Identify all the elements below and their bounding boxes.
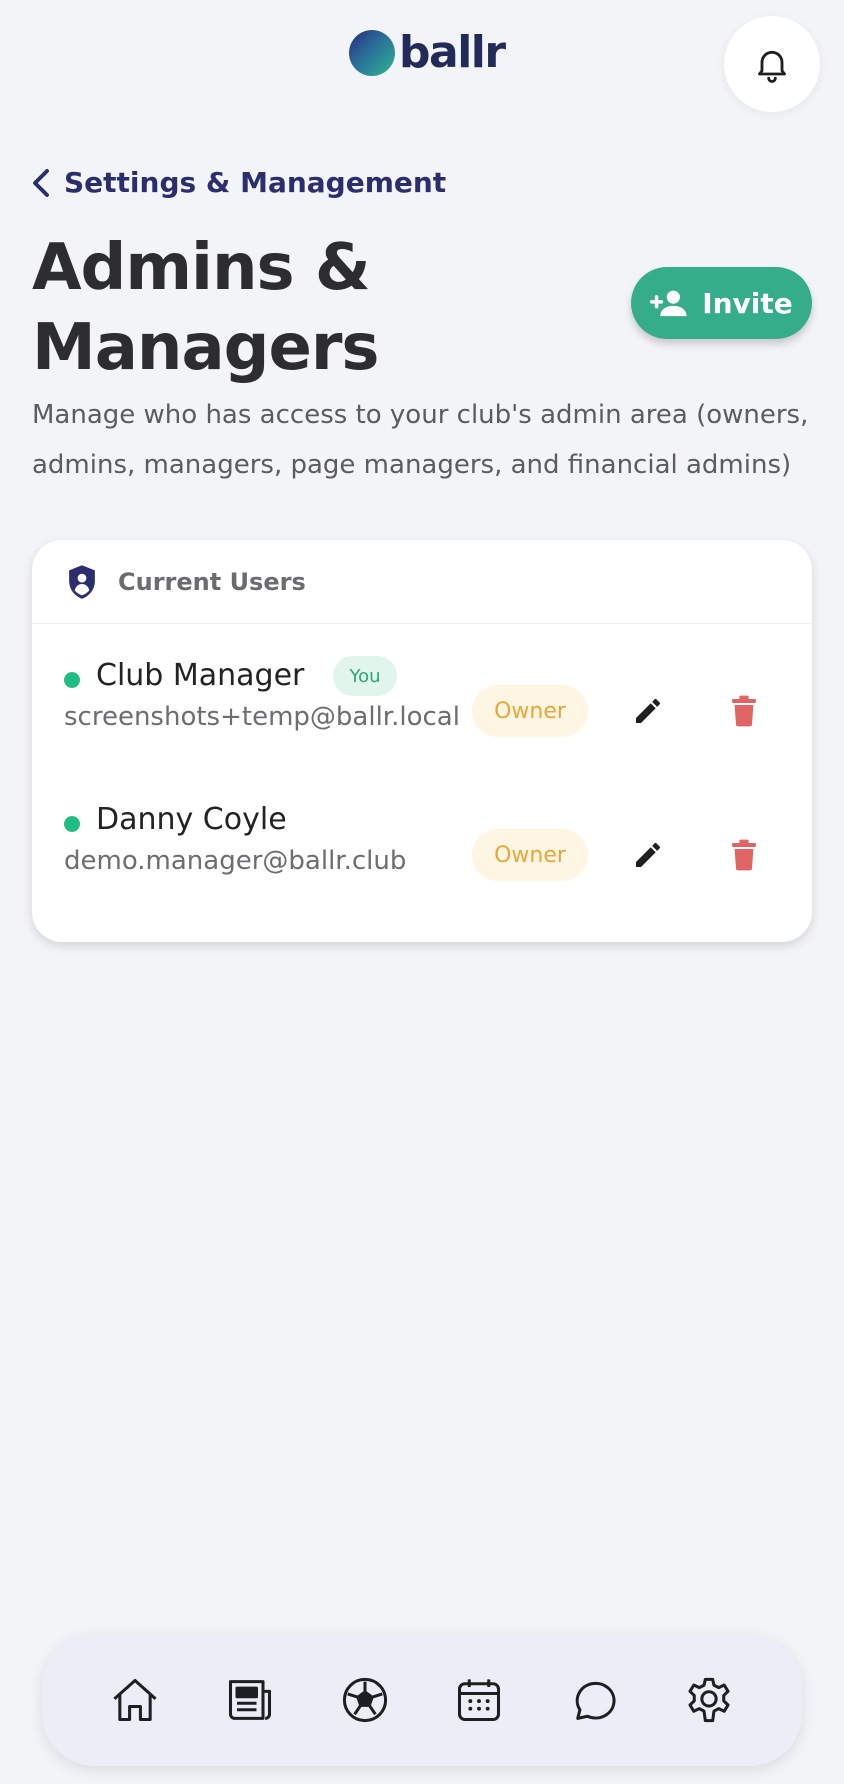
nav-settings[interactable] [679, 1670, 739, 1730]
you-badge: You [333, 656, 397, 696]
add-user-icon [650, 290, 687, 317]
user-name: Club Manager [96, 658, 305, 693]
user-row: Danny Coyle demo.manager@ballr.club Owne… [32, 784, 812, 904]
ballr-logo: ballr [349, 27, 506, 78]
nav-news[interactable] [220, 1670, 280, 1730]
card-header: Current Users [32, 540, 812, 624]
user-email: demo.manager@ballr.club [64, 846, 407, 876]
calendar-icon [458, 1679, 501, 1722]
nav-calendar[interactable] [449, 1670, 509, 1730]
page-title: Admins & Managers [32, 231, 380, 385]
settings-icon [688, 1677, 730, 1723]
nav-matches[interactable] [335, 1670, 395, 1730]
online-status-dot [64, 672, 80, 688]
user-row: Club Manager You screenshots+temp@ballr.… [32, 640, 812, 760]
current-users-card: Current Users Club Manager You screensho… [32, 540, 812, 942]
news-icon [228, 1680, 272, 1720]
delete-user-button[interactable] [720, 687, 768, 735]
bell-icon [758, 50, 786, 83]
notifications-button[interactable] [724, 16, 820, 112]
online-status-dot [64, 816, 80, 832]
home-icon [113, 1678, 157, 1722]
user-name: Danny Coyle [96, 802, 287, 837]
admins-managers-screen: ballr Settings & Management Admins & Man… [0, 0, 844, 1784]
edit-user-button[interactable] [624, 687, 672, 735]
chevron-left-icon [33, 168, 49, 197]
nav-home[interactable] [105, 1670, 165, 1730]
invite-button-label: Invite [702, 286, 793, 320]
role-badge: Owner [472, 829, 588, 881]
trash-icon [732, 839, 756, 871]
edit-user-button[interactable] [624, 831, 672, 879]
logo-text: ballr [399, 27, 506, 78]
trash-icon [732, 695, 756, 727]
user-email: screenshots+temp@ballr.local [64, 702, 460, 732]
shield-user-icon [69, 564, 95, 599]
invite-button[interactable]: Invite [631, 267, 812, 339]
back-link-label: Settings & Management [64, 166, 447, 199]
chat-icon [575, 1681, 616, 1720]
page-description: Manage who has access to your club's adm… [32, 400, 809, 480]
pencil-icon [636, 842, 660, 867]
nav-chat[interactable] [564, 1670, 624, 1730]
card-title: Current Users [118, 567, 306, 596]
delete-user-button[interactable] [720, 831, 768, 879]
back-to-settings-link[interactable]: Settings & Management [32, 166, 446, 199]
role-badge: Owner [472, 685, 588, 737]
football-icon [342, 1677, 387, 1723]
bottom-navigation [42, 1634, 802, 1766]
pencil-icon [636, 698, 660, 723]
logo-mark-icon [349, 30, 395, 76]
